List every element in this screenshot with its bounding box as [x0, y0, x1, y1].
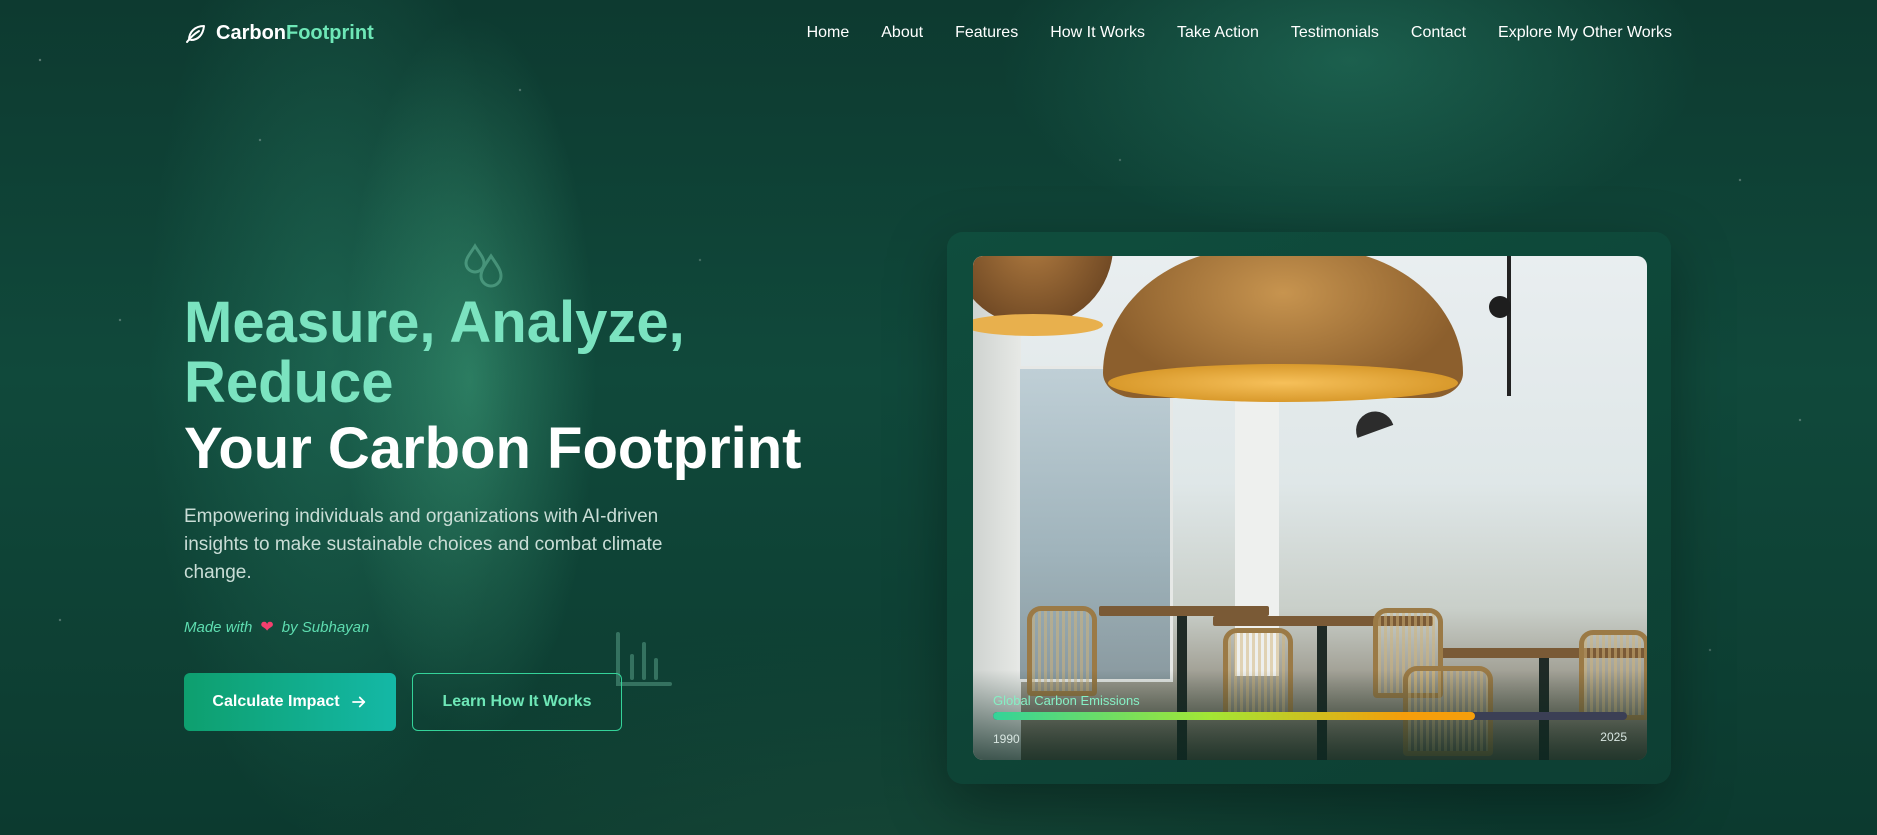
wall-lamp [1350, 406, 1394, 438]
nav-testimonials[interactable]: Testimonials [1291, 24, 1379, 42]
nav-contact[interactable]: Contact [1411, 24, 1466, 42]
emissions-progress-fill [993, 712, 1475, 720]
calculate-impact-label: Calculate Impact [212, 693, 340, 710]
heart-icon: ❤ [260, 619, 274, 636]
hero-section: Measure, Analyze, Reduce Your Carbon Foo… [184, 293, 834, 731]
brand-name-part2: Footprint [286, 21, 374, 44]
learn-how-it-works-label: Learn How It Works [442, 693, 592, 710]
restaurant-photo: Global Carbon Emissions 1990 2025 [973, 256, 1647, 760]
calculate-impact-button[interactable]: Calculate Impact [184, 673, 396, 731]
emissions-start-year: 1990 [993, 732, 1020, 746]
nav-features[interactable]: Features [955, 24, 1018, 42]
brand-name-part1: Carbon [216, 21, 286, 44]
table [1099, 606, 1269, 616]
hero-headline-white: Your Carbon Footprint [184, 416, 802, 481]
nav-explore-other-works[interactable]: Explore My Other Works [1498, 24, 1672, 42]
hero-description: Empowering individuals and organizations… [184, 506, 663, 583]
hero-image-card: Global Carbon Emissions 1990 2025 [947, 232, 1671, 784]
emissions-progress-track [993, 712, 1627, 720]
nav-about[interactable]: About [881, 24, 923, 42]
made-with-credit: Made with ❤ by Subhayan [184, 617, 834, 637]
made-with-author: by Subhayan [281, 618, 370, 636]
hero-headline-green: Measure, Analyze, Reduce [184, 290, 685, 415]
hero-buttons: Calculate Impact Learn How It Works [184, 673, 834, 731]
nav-menu: Home About Features How It Works Take Ac… [807, 24, 1672, 42]
nav-how-it-works[interactable]: How It Works [1050, 24, 1145, 42]
arrow-right-icon [351, 696, 365, 708]
learn-how-it-works-button[interactable]: Learn How It Works [412, 673, 622, 731]
water-drops-icon [464, 243, 503, 288]
emissions-label: Global Carbon Emissions [993, 693, 1140, 708]
emissions-end-year: 2025 [1600, 730, 1627, 744]
made-with-prefix: Made with [184, 618, 253, 636]
nav-take-action[interactable]: Take Action [1177, 24, 1259, 42]
leaf-icon [186, 25, 205, 43]
nav-home[interactable]: Home [807, 24, 850, 42]
brand-logo[interactable]: Carbon Footprint [184, 21, 374, 45]
top-navigation: Carbon Footprint Home About Features How … [184, 0, 1672, 66]
